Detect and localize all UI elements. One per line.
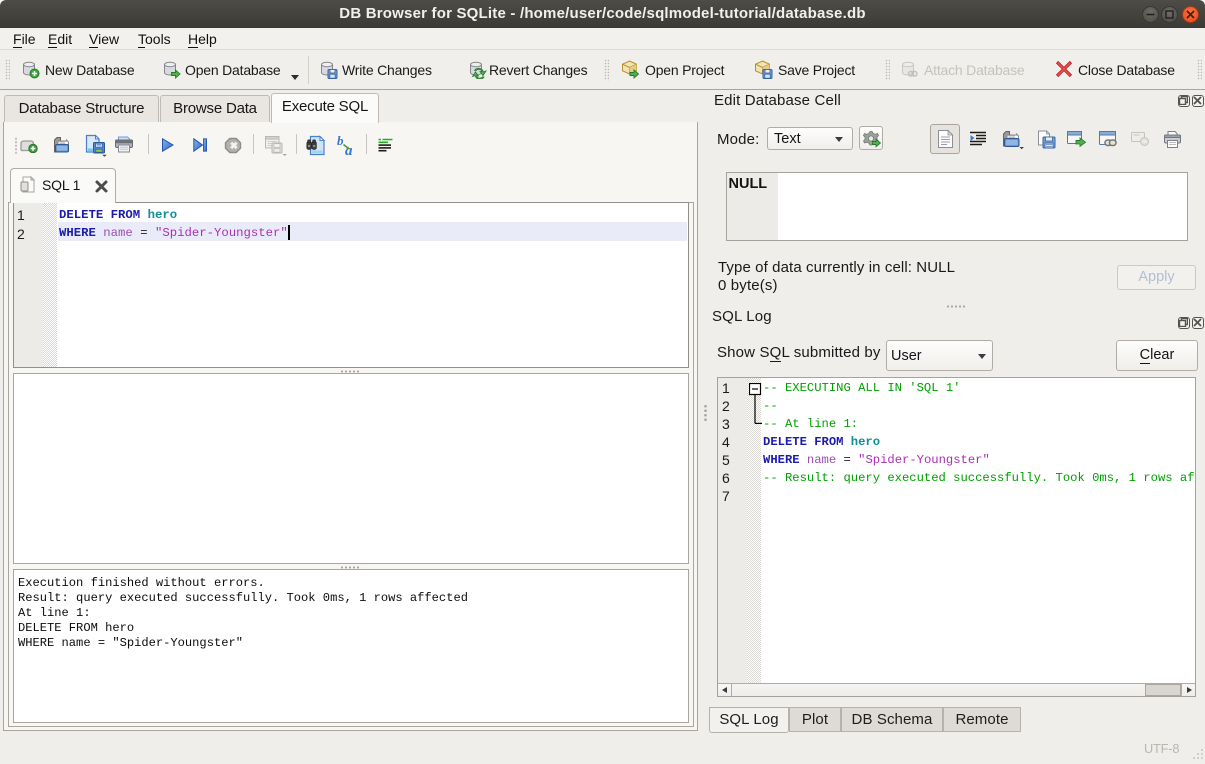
svg-text:a: a (345, 143, 353, 157)
svg-text:b: b (337, 133, 344, 148)
